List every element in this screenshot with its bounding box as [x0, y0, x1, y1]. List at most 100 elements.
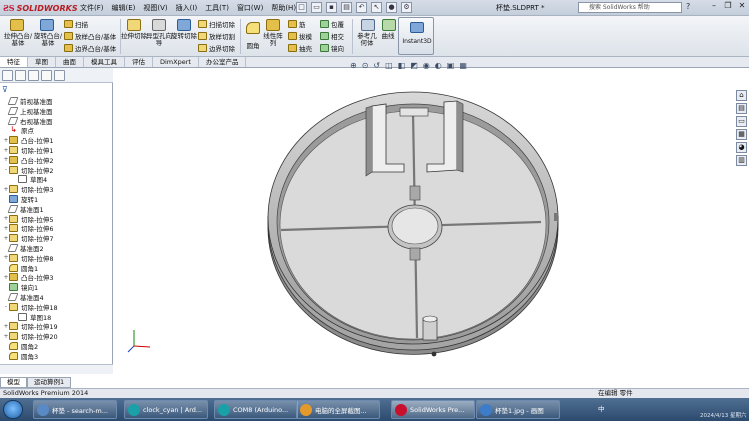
- loft-button[interactable]: 放样凸台/基体: [64, 31, 116, 41]
- hole-wizard-button[interactable]: 异型孔向导: [146, 33, 172, 47]
- reference-geometry-button[interactable]: 参考几何体: [355, 33, 379, 47]
- taskbar-button[interactable]: clock_cyan | Ard...: [124, 400, 208, 419]
- tree-item[interactable]: + 切除-拉伸20: [3, 331, 58, 341]
- display-manager-icon[interactable]: [54, 70, 65, 81]
- zoom-to-fit-icon[interactable]: ⊕: [350, 61, 357, 70]
- tree-item[interactable]: 圆角3: [3, 351, 38, 361]
- menu-file[interactable]: 文件(F): [80, 3, 104, 13]
- options-icon[interactable]: ⚙: [401, 2, 412, 13]
- wrap-button[interactable]: 包覆: [320, 19, 344, 29]
- tree-item[interactable]: - 切除-拉伸18: [3, 302, 58, 312]
- hole-wizard-icon[interactable]: [152, 19, 166, 31]
- start-button[interactable]: [3, 400, 23, 419]
- draft-button[interactable]: 拔模: [288, 31, 312, 41]
- extrude-cut-icon[interactable]: [127, 19, 141, 31]
- new-document-icon[interactable]: □: [296, 2, 307, 13]
- fillet-icon[interactable]: [246, 22, 260, 34]
- taskbar-button[interactable]: SolidWorks Pre...: [391, 400, 475, 419]
- curves-button[interactable]: 曲线: [378, 33, 398, 40]
- tree-item[interactable]: + 切除-拉伸7: [3, 233, 53, 243]
- rib-button[interactable]: 筋: [288, 19, 306, 29]
- revolve-boss-icon[interactable]: [40, 19, 54, 31]
- tree-item[interactable]: + 切除-拉伸8: [3, 253, 53, 263]
- tab-mold-tools[interactable]: 模具工具: [84, 57, 125, 67]
- menu-view[interactable]: 视图(V): [143, 3, 167, 13]
- graphics-area[interactable]: [114, 68, 734, 388]
- tab-office-products[interactable]: 办公室产品: [199, 57, 247, 67]
- tree-item[interactable]: + 凸台-拉伸2: [3, 155, 53, 165]
- tree-item[interactable]: 上视基准面: [3, 106, 53, 116]
- linear-pattern-icon[interactable]: [266, 19, 280, 31]
- hide-show-icon[interactable]: ◉: [423, 61, 430, 70]
- tree-item[interactable]: 基准面4: [3, 292, 44, 302]
- tree-item[interactable]: + 切除-拉伸6: [3, 223, 53, 233]
- scene-icon[interactable]: ▣: [447, 61, 455, 70]
- tab-dimxpert[interactable]: DimXpert: [153, 57, 199, 67]
- file-explorer-icon[interactable]: ▭: [736, 116, 747, 127]
- taskbar-button[interactable]: 杯垫 - search-m...: [33, 400, 117, 419]
- swept-cut-button[interactable]: 扫描切除: [198, 19, 235, 29]
- save-icon[interactable]: ▪: [326, 2, 337, 13]
- view-settings-icon[interactable]: ▦: [459, 61, 467, 70]
- view-palette-icon[interactable]: ▦: [736, 129, 747, 140]
- boundary-cut-button[interactable]: 边界切除: [198, 43, 235, 53]
- solidworks-logo[interactable]: ƧS SOLIDWORKS: [3, 2, 78, 14]
- shell-button[interactable]: 抽壳: [288, 43, 312, 53]
- section-view-icon[interactable]: ◫: [385, 61, 393, 70]
- dimxpert-manager-icon[interactable]: [41, 70, 52, 81]
- display-style-icon[interactable]: ◩: [410, 61, 418, 70]
- tree-item[interactable]: 旋转1: [3, 194, 38, 204]
- select-icon[interactable]: ↖: [371, 2, 382, 13]
- tree-item[interactable]: + 切除-拉伸5: [3, 214, 53, 224]
- tree-item[interactable]: 草图4: [12, 174, 47, 184]
- filter-icon[interactable]: ⊽: [2, 85, 8, 94]
- close-icon[interactable]: ✕: [736, 1, 748, 12]
- tab-evaluate[interactable]: 评估: [125, 57, 153, 67]
- open-icon[interactable]: ▭: [311, 2, 322, 13]
- configuration-manager-icon[interactable]: [28, 70, 39, 81]
- minimize-icon[interactable]: –: [708, 1, 720, 12]
- extrude-boss-icon[interactable]: [10, 19, 24, 31]
- mirror-button[interactable]: 镜向: [320, 43, 344, 53]
- view-orientation-icon[interactable]: ◧: [398, 61, 406, 70]
- tree-item[interactable]: 镜向1: [3, 282, 38, 292]
- reference-geometry-icon[interactable]: [361, 19, 375, 31]
- extrude-boss-button[interactable]: 拉伸凸台/基体: [3, 33, 33, 47]
- sweep-button[interactable]: 扫描: [64, 19, 88, 29]
- search-input[interactable]: 搜索 SolidWorks 帮助: [578, 2, 682, 13]
- fillet-button[interactable]: 圆角: [243, 43, 263, 50]
- boundary-boss-button[interactable]: 边界凸台/基体: [64, 43, 116, 53]
- feature-manager-icon[interactable]: [2, 70, 13, 81]
- rebuild-icon[interactable]: ●: [386, 2, 397, 13]
- tree-item[interactable]: 圆角2: [3, 341, 38, 351]
- tab-motion-study[interactable]: 运动算例1: [27, 377, 72, 388]
- tree-item[interactable]: - 切除-拉伸2: [3, 165, 53, 175]
- menu-window[interactable]: 窗口(W): [237, 3, 263, 13]
- tree-item[interactable]: 前视基准面: [3, 96, 53, 106]
- resources-icon[interactable]: ⌂: [736, 90, 747, 101]
- zoom-area-icon[interactable]: ⊙: [362, 61, 369, 70]
- taskbar-button[interactable]: 杯垫1.jpg - 画图: [476, 400, 560, 419]
- tab-features[interactable]: 特征: [0, 57, 28, 67]
- tree-item[interactable]: 草图18: [12, 312, 51, 322]
- print-icon[interactable]: ▤: [341, 2, 352, 13]
- tab-sketch[interactable]: 草图: [28, 57, 56, 67]
- tree-item[interactable]: + 切除-拉伸3: [3, 184, 53, 194]
- revolve-boss-button[interactable]: 旋转凸台/基体: [33, 33, 63, 47]
- tree-item[interactable]: 基准面2: [3, 243, 44, 253]
- extrude-cut-button[interactable]: 拉伸切除: [121, 33, 147, 40]
- taskbar-button[interactable]: 电脑的全屏截图...: [296, 400, 380, 419]
- tab-surfaces[interactable]: 曲面: [56, 57, 84, 67]
- menu-insert[interactable]: 插入(I): [176, 3, 198, 13]
- instant3d-button[interactable]: Instant3D: [398, 17, 434, 55]
- system-clock[interactable]: 2024/4/13 星期六: [700, 411, 746, 419]
- tree-item[interactable]: ↳ 原点: [3, 125, 34, 136]
- revolve-cut-button[interactable]: 旋转切除: [171, 33, 197, 40]
- tree-item[interactable]: + 凸台-拉伸1: [3, 135, 53, 145]
- tree-item[interactable]: + 切除-拉伸1: [3, 145, 53, 155]
- menu-tools[interactable]: 工具(T): [205, 3, 229, 13]
- lofted-cut-button[interactable]: 放样切割: [198, 31, 235, 41]
- design-library-icon[interactable]: ▤: [736, 103, 747, 114]
- tree-item[interactable]: 基准面1: [3, 204, 44, 214]
- property-manager-icon[interactable]: [15, 70, 26, 81]
